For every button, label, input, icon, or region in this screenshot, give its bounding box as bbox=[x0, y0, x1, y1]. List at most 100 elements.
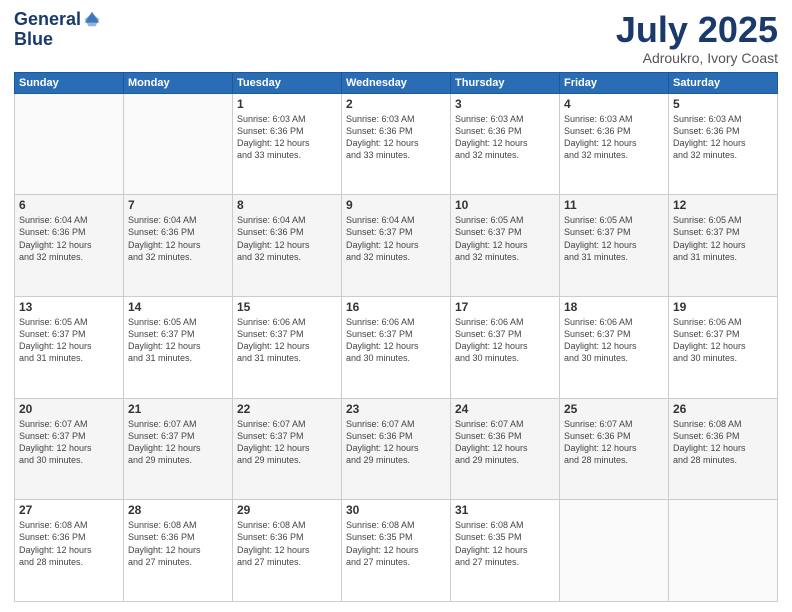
day-info: Sunrise: 6:06 AMSunset: 6:37 PMDaylight:… bbox=[237, 316, 337, 365]
main-title: July 2025 bbox=[616, 10, 778, 50]
day-info: Sunrise: 6:06 AMSunset: 6:37 PMDaylight:… bbox=[673, 316, 773, 365]
day-number: 1 bbox=[237, 97, 337, 111]
calendar-cell: 18 Sunrise: 6:06 AMSunset: 6:37 PMDayligh… bbox=[560, 296, 669, 398]
calendar-cell: 27 Sunrise: 6:08 AMSunset: 6:36 PMDayligh… bbox=[15, 500, 124, 602]
calendar-cell: 21 Sunrise: 6:07 AMSunset: 6:37 PMDayligh… bbox=[124, 398, 233, 500]
calendar-cell bbox=[669, 500, 778, 602]
day-number: 14 bbox=[128, 300, 228, 314]
title-block: July 2025 Adroukro, Ivory Coast bbox=[616, 10, 778, 66]
calendar-cell: 12 Sunrise: 6:05 AMSunset: 6:37 PMDayligh… bbox=[669, 195, 778, 297]
day-info: Sunrise: 6:06 AMSunset: 6:37 PMDaylight:… bbox=[564, 316, 664, 365]
calendar-cell: 15 Sunrise: 6:06 AMSunset: 6:37 PMDayligh… bbox=[233, 296, 342, 398]
calendar-cell: 6 Sunrise: 6:04 AMSunset: 6:36 PMDaylight… bbox=[15, 195, 124, 297]
day-number: 19 bbox=[673, 300, 773, 314]
day-number: 13 bbox=[19, 300, 119, 314]
calendar-cell bbox=[15, 93, 124, 195]
calendar-cell: 23 Sunrise: 6:07 AMSunset: 6:36 PMDayligh… bbox=[342, 398, 451, 500]
day-info: Sunrise: 6:07 AMSunset: 6:36 PMDaylight:… bbox=[455, 418, 555, 467]
day-info: Sunrise: 6:06 AMSunset: 6:37 PMDaylight:… bbox=[346, 316, 446, 365]
calendar-table: SundayMondayTuesdayWednesdayThursdayFrid… bbox=[14, 72, 778, 602]
day-number: 28 bbox=[128, 503, 228, 517]
col-header-monday: Monday bbox=[124, 72, 233, 93]
day-info: Sunrise: 6:03 AMSunset: 6:36 PMDaylight:… bbox=[346, 113, 446, 162]
col-header-wednesday: Wednesday bbox=[342, 72, 451, 93]
calendar-cell: 10Sunrise: 6:05 AMSunset: 6:37 PMDayligh… bbox=[451, 195, 560, 297]
col-header-thursday: Thursday bbox=[451, 72, 560, 93]
calendar-cell bbox=[560, 500, 669, 602]
day-number: 21 bbox=[128, 402, 228, 416]
day-number: 3 bbox=[455, 97, 555, 111]
day-number: 22 bbox=[237, 402, 337, 416]
day-number: 16 bbox=[346, 300, 446, 314]
day-info: Sunrise: 6:04 AMSunset: 6:36 PMDaylight:… bbox=[237, 214, 337, 263]
day-number: 9 bbox=[346, 198, 446, 212]
day-info: Sunrise: 6:05 AMSunset: 6:37 PMDaylight:… bbox=[128, 316, 228, 365]
day-info: Sunrise: 6:04 AMSunset: 6:36 PMDaylight:… bbox=[19, 214, 119, 263]
day-info: Sunrise: 6:08 AMSunset: 6:36 PMDaylight:… bbox=[128, 519, 228, 568]
day-number: 15 bbox=[237, 300, 337, 314]
day-number: 18 bbox=[564, 300, 664, 314]
day-number: 29 bbox=[237, 503, 337, 517]
calendar-cell: 1 Sunrise: 6:03 AMSunset: 6:36 PMDaylight… bbox=[233, 93, 342, 195]
calendar-cell: 11 Sunrise: 6:05 AMSunset: 6:37 PMDayligh… bbox=[560, 195, 669, 297]
day-info: Sunrise: 6:05 AMSunset: 6:37 PMDaylight:… bbox=[564, 214, 664, 263]
day-info: Sunrise: 6:04 AMSunset: 6:36 PMDaylight:… bbox=[128, 214, 228, 263]
day-number: 2 bbox=[346, 97, 446, 111]
calendar-cell: 8 Sunrise: 6:04 AMSunset: 6:36 PMDaylight… bbox=[233, 195, 342, 297]
day-number: 11 bbox=[564, 198, 664, 212]
calendar-cell: 3Sunrise: 6:03 AMSunset: 6:36 PMDaylight… bbox=[451, 93, 560, 195]
calendar-cell: 24 Sunrise: 6:07 AMSunset: 6:36 PMDayligh… bbox=[451, 398, 560, 500]
subtitle: Adroukro, Ivory Coast bbox=[616, 50, 778, 66]
day-info: Sunrise: 6:08 AMSunset: 6:35 PMDaylight:… bbox=[346, 519, 446, 568]
day-number: 20 bbox=[19, 402, 119, 416]
day-info: Sunrise: 6:08 AMSunset: 6:36 PMDaylight:… bbox=[19, 519, 119, 568]
day-number: 27 bbox=[19, 503, 119, 517]
day-info: Sunrise: 6:03 AMSunset: 6:36 PMDaylight:… bbox=[673, 113, 773, 162]
day-info: Sunrise: 6:05 AMSunset: 6:37 PMDaylight:… bbox=[455, 214, 555, 263]
day-number: 23 bbox=[346, 402, 446, 416]
day-info: Sunrise: 6:07 AMSunset: 6:36 PMDaylight:… bbox=[346, 418, 446, 467]
calendar-cell: 31 Sunrise: 6:08 AMSunset: 6:35 PMDayligh… bbox=[451, 500, 560, 602]
day-number: 8 bbox=[237, 198, 337, 212]
day-info: Sunrise: 6:07 AMSunset: 6:37 PMDaylight:… bbox=[128, 418, 228, 467]
header: General Blue July 2025 Adroukro, Ivory C… bbox=[14, 10, 778, 66]
day-number: 24 bbox=[455, 402, 555, 416]
calendar-cell: 16 Sunrise: 6:06 AMSunset: 6:37 PMDayligh… bbox=[342, 296, 451, 398]
day-info: Sunrise: 6:05 AMSunset: 6:37 PMDaylight:… bbox=[673, 214, 773, 263]
day-number: 6 bbox=[19, 198, 119, 212]
logo-text2: Blue bbox=[14, 29, 53, 49]
calendar-cell: 7 Sunrise: 6:04 AMSunset: 6:36 PMDaylight… bbox=[124, 195, 233, 297]
logo-text: General bbox=[14, 10, 81, 30]
day-number: 25 bbox=[564, 402, 664, 416]
day-number: 4 bbox=[564, 97, 664, 111]
calendar-cell: 4Sunrise: 6:03 AMSunset: 6:36 PMDaylight… bbox=[560, 93, 669, 195]
day-info: Sunrise: 6:06 AMSunset: 6:37 PMDaylight:… bbox=[455, 316, 555, 365]
col-header-sunday: Sunday bbox=[15, 72, 124, 93]
day-number: 26 bbox=[673, 402, 773, 416]
col-header-friday: Friday bbox=[560, 72, 669, 93]
logo-icon bbox=[83, 10, 101, 28]
day-info: Sunrise: 6:07 AMSunset: 6:36 PMDaylight:… bbox=[564, 418, 664, 467]
calendar-cell: 9 Sunrise: 6:04 AMSunset: 6:37 PMDaylight… bbox=[342, 195, 451, 297]
calendar-cell: 20 Sunrise: 6:07 AMSunset: 6:37 PMDayligh… bbox=[15, 398, 124, 500]
day-number: 7 bbox=[128, 198, 228, 212]
day-info: Sunrise: 6:08 AMSunset: 6:35 PMDaylight:… bbox=[455, 519, 555, 568]
calendar-cell: 25 Sunrise: 6:07 AMSunset: 6:36 PMDayligh… bbox=[560, 398, 669, 500]
calendar-cell: 22Sunrise: 6:07 AMSunset: 6:37 PMDayligh… bbox=[233, 398, 342, 500]
day-info: Sunrise: 6:08 AMSunset: 6:36 PMDaylight:… bbox=[237, 519, 337, 568]
calendar-cell: 19 Sunrise: 6:06 AMSunset: 6:37 PMDayligh… bbox=[669, 296, 778, 398]
day-info: Sunrise: 6:03 AMSunset: 6:36 PMDaylight:… bbox=[237, 113, 337, 162]
day-number: 12 bbox=[673, 198, 773, 212]
calendar-cell: 13Sunrise: 6:05 AMSunset: 6:37 PMDayligh… bbox=[15, 296, 124, 398]
day-info: Sunrise: 6:04 AMSunset: 6:37 PMDaylight:… bbox=[346, 214, 446, 263]
calendar-cell: 2 Sunrise: 6:03 AMSunset: 6:36 PMDaylight… bbox=[342, 93, 451, 195]
day-info: Sunrise: 6:07 AMSunset: 6:37 PMDaylight:… bbox=[19, 418, 119, 467]
page: General Blue July 2025 Adroukro, Ivory C… bbox=[0, 0, 792, 612]
day-number: 5 bbox=[673, 97, 773, 111]
calendar-cell: 17 Sunrise: 6:06 AMSunset: 6:37 PMDayligh… bbox=[451, 296, 560, 398]
calendar-cell bbox=[124, 93, 233, 195]
day-number: 17 bbox=[455, 300, 555, 314]
day-number: 31 bbox=[455, 503, 555, 517]
calendar-cell: 30Sunrise: 6:08 AMSunset: 6:35 PMDayligh… bbox=[342, 500, 451, 602]
calendar-cell: 5 Sunrise: 6:03 AMSunset: 6:36 PMDaylight… bbox=[669, 93, 778, 195]
